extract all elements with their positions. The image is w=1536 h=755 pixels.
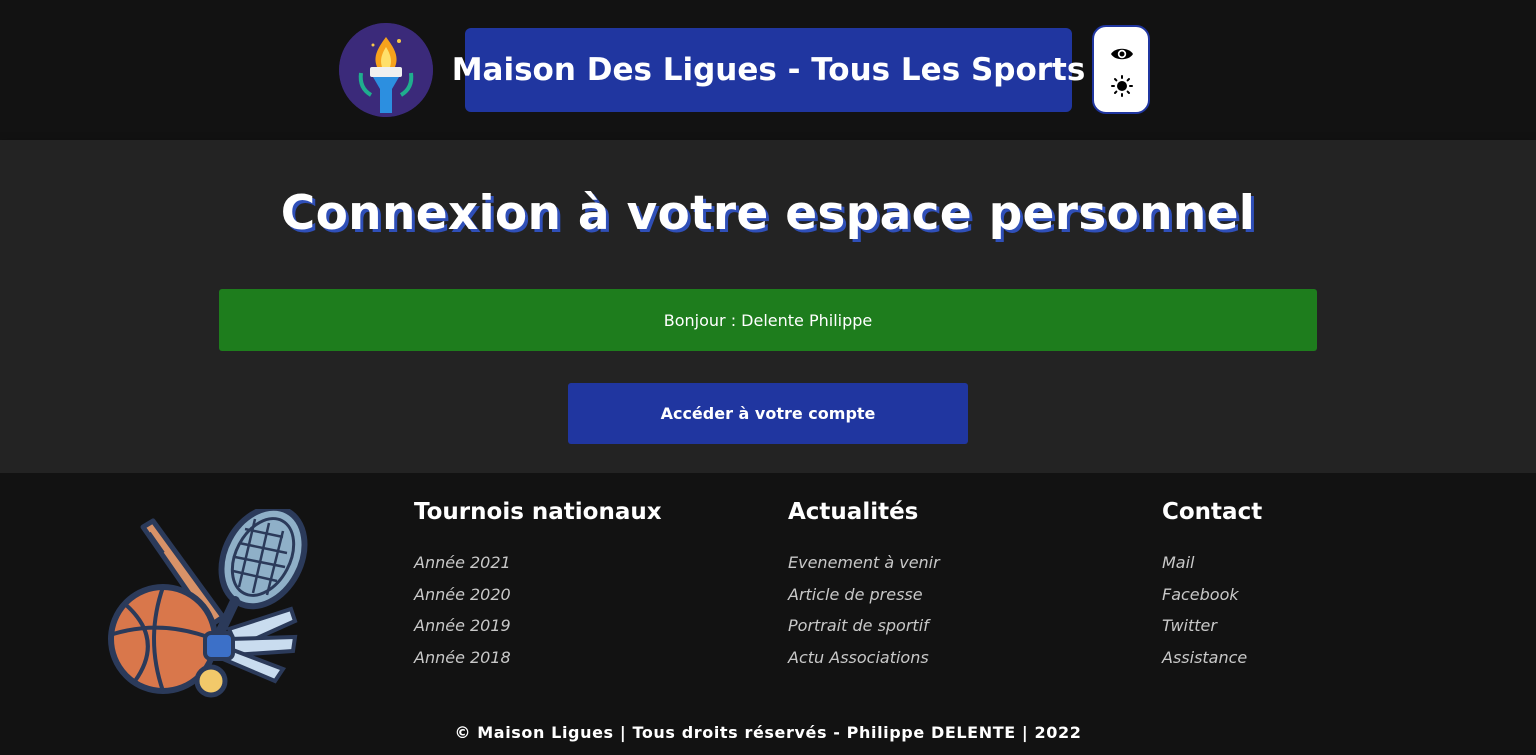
login-section: Connexion à votre espace personnel Bonjo… (0, 140, 1536, 473)
footer-link[interactable]: Année 2020 (414, 583, 662, 615)
footer-link[interactable]: Année 2019 (414, 614, 662, 646)
sun-icon (1111, 75, 1133, 97)
copyright-text: © Maison Ligues | Tous droits réservés -… (454, 723, 1082, 742)
footer-column-title: Contact (1162, 499, 1263, 525)
sports-equipment-icon (108, 509, 308, 698)
greeting-banner: Bonjour : Delente Philippe (219, 289, 1317, 351)
footer-link[interactable]: Portrait de sportif (788, 614, 940, 646)
footer-link-assistance[interactable]: Assistance (1162, 646, 1262, 678)
footer-column-tournaments: Tournois nationaux Année 2021 Année 2020… (414, 495, 662, 678)
footer-link[interactable]: Evenement à venir (788, 551, 940, 583)
site-footer: Tournois nationaux Année 2021 Année 2020… (0, 473, 1536, 755)
footer-link-mail[interactable]: Mail (1162, 551, 1262, 583)
site-header: Maison Des Ligues - Tous Les Sports (0, 0, 1536, 140)
footer-link[interactable]: Actu Associations (788, 646, 940, 678)
site-title[interactable]: Maison Des Ligues - Tous Les Sports (452, 28, 1085, 112)
footer-link-facebook[interactable]: Facebook (1162, 583, 1262, 615)
footer-link[interactable]: Article de presse (788, 583, 940, 615)
theme-toggle[interactable] (1092, 25, 1150, 114)
footer-column-contact: Contact Mail Facebook Twitter Assistance (1162, 495, 1262, 678)
footer-link-twitter[interactable]: Twitter (1162, 614, 1262, 646)
access-account-button[interactable]: Accéder à votre compte (568, 383, 968, 444)
footer-column-news: Actualités Evenement à venir Article de … (788, 495, 940, 678)
footer-column-title: Tournois nationaux (414, 499, 662, 525)
footer-link[interactable]: Année 2018 (414, 646, 662, 678)
page-title: Connexion à votre espace personnel (280, 186, 1256, 241)
footer-link[interactable]: Année 2021 (414, 551, 662, 583)
olympic-torch-logo-icon[interactable] (339, 23, 433, 117)
footer-column-title: Actualités (788, 499, 919, 525)
eye-icon (1111, 48, 1133, 60)
